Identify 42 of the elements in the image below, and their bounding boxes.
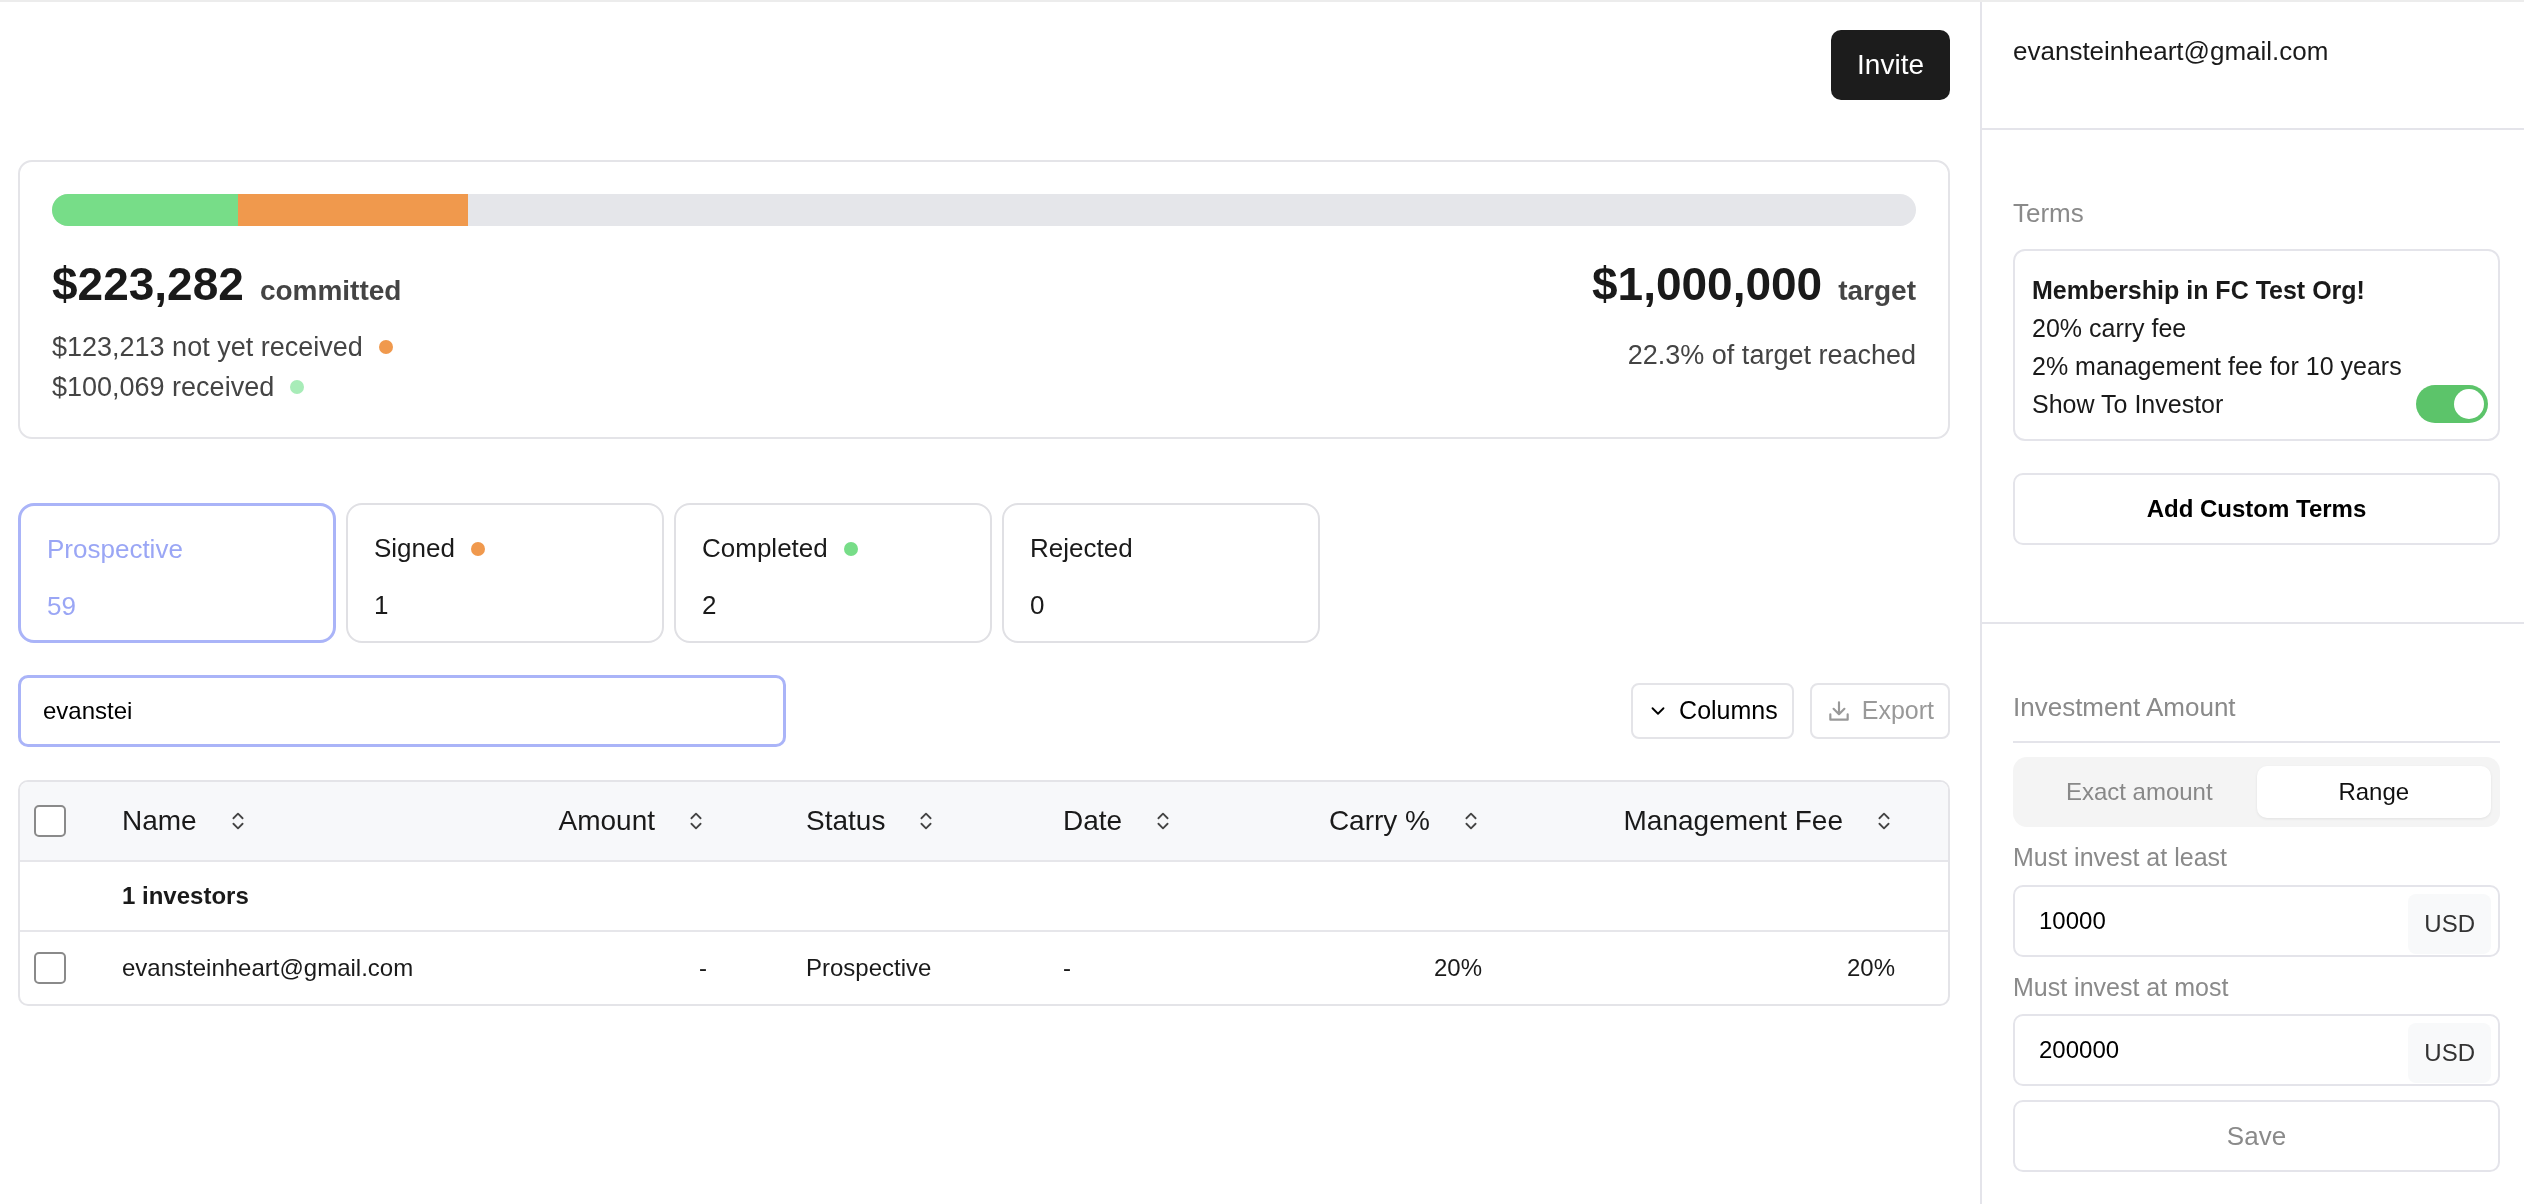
column-header[interactable]: Amount xyxy=(558,800,655,842)
table-cell: - xyxy=(1063,954,1071,981)
currency-label: USD xyxy=(2408,1023,2491,1083)
terms-line: 2% management fee for 10 years xyxy=(2032,351,2403,382)
add-terms-button[interactable]: Add Custom Terms xyxy=(2013,473,2500,545)
segment-option[interactable]: Range xyxy=(2256,766,2491,818)
column-header[interactable]: Name xyxy=(122,800,197,842)
column-header[interactable]: Date xyxy=(1063,800,1123,842)
column-header[interactable]: Status xyxy=(806,800,886,842)
status-tab[interactable]: Signed 1 xyxy=(346,503,664,643)
column-header[interactable]: Carry % xyxy=(1328,800,1430,842)
toggle-switch[interactable] xyxy=(2416,385,2488,423)
search-field[interactable]: evanstei xyxy=(18,675,786,747)
investor-email: evansteinheart@gmail.com xyxy=(2013,36,2329,66)
amount-text: $100,069 received xyxy=(52,371,275,404)
table-cell: evansteinheart@gmail.com xyxy=(122,954,414,981)
committed-label: committed xyxy=(259,274,402,308)
terms-title: Membership in FC Test Org! xyxy=(2032,275,2366,306)
terms-line: 20% carry fee xyxy=(2032,313,2188,344)
column-header[interactable]: Management Fee xyxy=(1623,800,1843,842)
target-label: target xyxy=(1838,274,1916,308)
target-progress-text: 22.3% of target reached xyxy=(1626,339,1916,372)
table-cell: 20% xyxy=(1846,954,1895,981)
section-heading: Terms xyxy=(2013,197,2085,230)
field-label: Must invest at most xyxy=(2013,971,2230,1003)
target-amount: $1,000,000 xyxy=(1591,257,1823,312)
columns-button[interactable]: Columns xyxy=(1631,683,1794,739)
row-checkbox[interactable] xyxy=(34,952,66,984)
field-label: Must invest at least xyxy=(2013,842,2228,873)
amount-text: $123,213 not yet received xyxy=(52,331,363,364)
status-tab[interactable]: Completed 2 xyxy=(674,503,992,643)
invite-button[interactable]: Invite xyxy=(1831,30,1950,100)
section-heading: Investment Amount xyxy=(2013,691,2237,724)
currency-label: USD xyxy=(2408,893,2491,954)
committed-amount: $223,282 xyxy=(52,257,244,312)
select-all-checkbox[interactable] xyxy=(34,805,66,837)
status-tab[interactable]: Rejected 0 xyxy=(1002,503,1320,643)
table-cell: Prospective xyxy=(806,954,932,981)
toggle-label: Show To Investor xyxy=(2032,389,2224,420)
group-label: 1 investors xyxy=(122,882,249,909)
table-cell: - xyxy=(699,954,707,981)
table-cell: 20% xyxy=(1433,954,1482,981)
